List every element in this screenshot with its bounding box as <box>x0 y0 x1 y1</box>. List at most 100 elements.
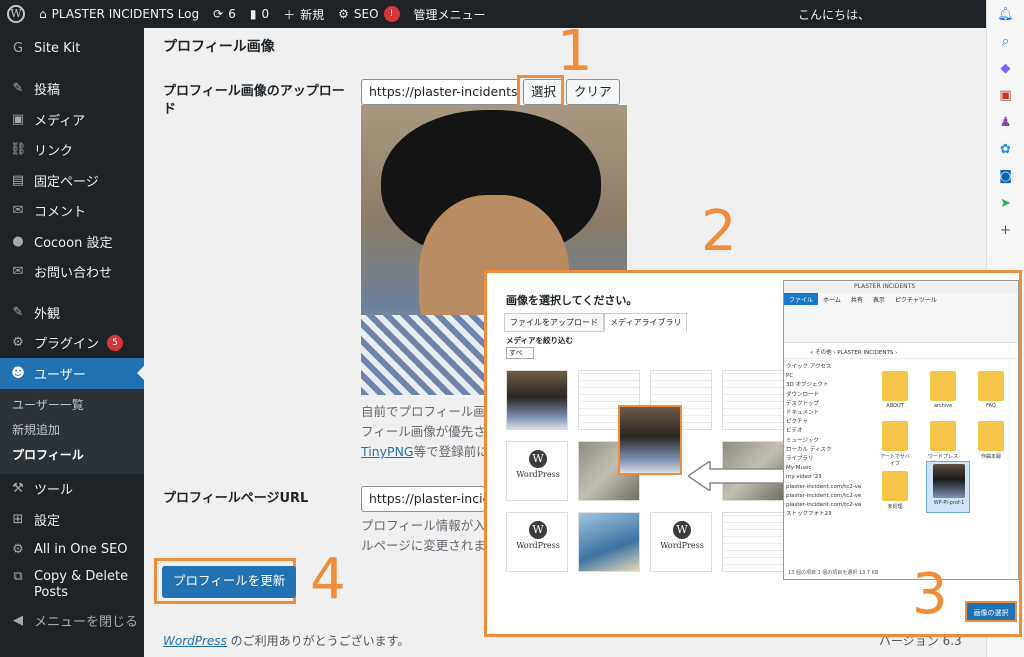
explorer-nav-tree: クイック アクセス PC 3D オブジェクト ダウンロード デスクトップ ドキュ… <box>786 364 862 518</box>
modal-tabs: ファイルをアップロード メディアライブラリ <box>504 313 688 332</box>
ribbon-tab-view[interactable]: 表示 <box>868 293 890 305</box>
dragged-image-thumb[interactable] <box>618 405 682 475</box>
menu-posts[interactable]: ✎ 投稿 <box>0 74 144 105</box>
folder-icon[interactable]: 未処理 <box>878 469 912 513</box>
menu-site-kit[interactable]: G Site Kit <box>0 33 144 64</box>
menu-media[interactable]: ▣ メディア <box>0 104 144 135</box>
plugin-icon: ⚙ <box>12 335 24 351</box>
folder-icon[interactable]: ワードプレス導入者向け <box>926 419 960 467</box>
menu-settings[interactable]: ⊞ 設定 <box>0 504 144 535</box>
menu-users[interactable]: ☻ ユーザー <box>0 358 144 389</box>
wordpress-icon: W <box>7 5 25 23</box>
footer-text: WordPress のご利用ありがとうございます。 <box>163 634 410 648</box>
send-icon[interactable]: ➤ <box>997 194 1015 212</box>
filter-label: メディアを絞り込む <box>506 336 573 345</box>
update-profile-button[interactable]: プロフィールを更新 <box>162 566 297 598</box>
folder-icon[interactable]: アートでサバイブ <box>878 419 912 467</box>
user-icon: ☻ <box>11 365 25 381</box>
gear-icon: ⚙ <box>338 7 349 21</box>
annotation-number-3: 3 <box>912 562 948 627</box>
google-icon: G <box>12 40 24 56</box>
media-thumb[interactable] <box>722 370 784 430</box>
folder-icon[interactable]: archive <box>926 369 960 413</box>
tag-icon[interactable]: ◆ <box>997 59 1015 77</box>
person-icon[interactable]: ♟ <box>997 113 1015 131</box>
media-icon: ▣ <box>11 111 25 127</box>
plus-icon: ＋ <box>283 7 296 22</box>
home-icon: ⌂ <box>39 7 47 21</box>
submenu-add-new[interactable]: 新規追加 <box>0 418 144 443</box>
bell-icon[interactable]: 🔔︎ <box>997 5 1015 23</box>
briefcase-icon[interactable]: ▣ <box>997 86 1015 104</box>
wordpress-link[interactable]: WordPress <box>163 634 227 648</box>
site-name-link[interactable]: ⌂ PLASTER INCIDENTS Log <box>32 0 206 28</box>
select-image-button[interactable]: 画像の選択 <box>965 601 1017 622</box>
menu-comments[interactable]: ✉ コメント <box>0 196 144 227</box>
menu-appearance[interactable]: ✎ 外観 <box>0 297 144 328</box>
media-thumb[interactable] <box>722 512 784 572</box>
new-content-link[interactable]: ＋新規 <box>276 0 331 28</box>
explorer-address-bar[interactable]: « その他 › PLASTER INCIDENTS › <box>784 347 1018 359</box>
tab-upload-files[interactable]: ファイルをアップロード <box>504 313 604 332</box>
ribbon-tab-picture-tools[interactable]: ピクチャツール <box>890 293 942 305</box>
section-title: プロフィール画像 <box>163 39 275 55</box>
settings-icon: ⊞ <box>12 511 24 527</box>
tab-media-library[interactable]: メディアライブラリ <box>604 313 688 332</box>
ribbon-tab-home[interactable]: ホーム <box>818 293 846 305</box>
manage-menu-link[interactable]: 管理メニュー <box>407 0 493 28</box>
copilot-icon[interactable]: ✿ <box>997 140 1015 158</box>
cocoon-icon: ● <box>12 233 24 249</box>
tinypng-link[interactable]: TinyPNG <box>361 444 414 459</box>
submenu-user-list[interactable]: ユーザー一覧 <box>0 393 144 418</box>
admin-sidebar: G Site Kit ✎ 投稿 ▣ メディア ⛓ リンク ▤ 固定ページ ✉ コメント ● C… <box>0 28 144 657</box>
page-icon: ▤ <box>11 172 25 188</box>
search-icon[interactable]: ⌕ <box>997 32 1015 50</box>
folder-icon[interactable]: 作曲本録 <box>974 419 1008 463</box>
comments-link[interactable]: ▮ 0 <box>243 0 276 28</box>
media-thumb[interactable] <box>506 370 568 430</box>
folder-icon[interactable]: ABOUT <box>878 369 912 413</box>
seo-menu[interactable]: ⚙ SEO! <box>331 0 406 28</box>
upload-url-input[interactable]: https://plaster-incidents.c <box>361 79 519 105</box>
media-thumb[interactable] <box>578 512 640 572</box>
menu-tools[interactable]: ⚒ ツール <box>0 474 144 505</box>
media-thumb[interactable]: W WordPress <box>650 512 712 572</box>
modal-title: 画像を選択してください。 <box>506 294 638 307</box>
upload-label: プロフィール画像のアップロード <box>163 84 345 117</box>
ribbon-tab-share[interactable]: 共有 <box>846 293 868 305</box>
profile-page-url-input[interactable]: https://plaster-inciden <box>361 486 485 512</box>
selected-image-file[interactable]: WP-Pl-prof-1 <box>926 461 970 513</box>
menu-pages[interactable]: ▤ 固定ページ <box>0 165 144 196</box>
menu-aioseo[interactable]: ⚙ All in One SEO <box>0 535 144 566</box>
wp-logo-menu[interactable]: W <box>0 0 32 28</box>
menu-collapse[interactable]: ◀ メニューを閉じる <box>0 605 144 636</box>
media-modal: 画像を選択してください。 ファイルをアップロード メディアライブラリ メディアを… <box>498 285 786 625</box>
menu-plugins[interactable]: ⚙ プラグイン 5 <box>0 328 144 359</box>
annotation-number-2: 2 <box>701 199 737 264</box>
explorer-titlebar: PLASTER INCIDENTS <box>784 281 1018 293</box>
explorer-ribbon: ファイル ホーム 共有 表示 ピクチャツール <box>784 293 1018 343</box>
comment-icon: ▮ <box>249 7 257 21</box>
folder-icon[interactable]: FAQ <box>974 369 1008 413</box>
admin-bar: W ⌂ PLASTER INCIDENTS Log ⟳ 6 ▮ 0 ＋新規 ⚙ SEO!… <box>0 0 986 28</box>
media-thumb[interactable]: W WordPress <box>506 512 568 572</box>
ribbon-tab-file[interactable]: ファイル <box>784 293 819 305</box>
menu-cocoon[interactable]: ● Cocoon 設定 <box>0 226 144 257</box>
plugin-update-badge: 5 <box>107 334 124 351</box>
menu-links[interactable]: ⛓ リンク <box>0 135 144 166</box>
add-icon[interactable]: + <box>997 221 1015 239</box>
file-explorer-window: PLASTER INCIDENTS ファイル ホーム 共有 表示 ピクチャツール… <box>783 280 1019 580</box>
greeting[interactable]: こんにちは、 <box>791 0 986 28</box>
updates-link[interactable]: ⟳ 6 <box>206 0 243 28</box>
menu-copy-delete-posts[interactable]: ⧉ Copy & Delete Posts <box>0 565 144 605</box>
copy-icon: ⧉ <box>13 569 23 584</box>
menu-contact[interactable]: ✉ お問い合わせ <box>0 257 144 288</box>
link-icon: ⛓ <box>10 142 27 158</box>
pin-icon: ✎ <box>12 81 24 97</box>
submenu-profile[interactable]: プロフィール <box>0 443 144 468</box>
filter-select[interactable]: すべ <box>506 347 534 359</box>
wordpress-icon: W <box>529 521 547 539</box>
media-thumb[interactable]: W WordPress <box>506 441 568 501</box>
outlook-icon[interactable]: ◙ <box>997 167 1015 185</box>
profile-page-url-description: プロフィール情報が入 ルページに変更されま <box>361 518 486 553</box>
